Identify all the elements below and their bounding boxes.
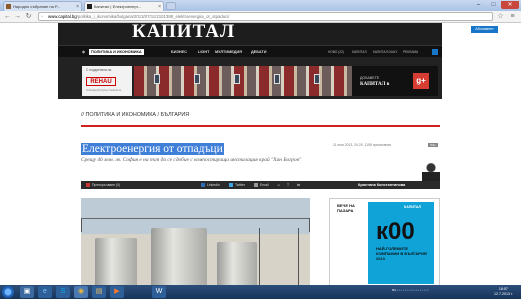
windows-taskbar: ▣ e S ◉ ▤ ▶ W BG ▪ ▪ ▪ ▪ ▪ ▪ ▪ ▪ ▪ ▪ ▪ ▪… bbox=[0, 285, 521, 299]
banner-sponsor-label: С подкрепата на bbox=[86, 68, 112, 72]
email-link[interactable]: Email bbox=[260, 182, 268, 188]
google-plus-icon: g+ bbox=[413, 73, 429, 89]
banner-capital-label: КАПИТАЛ в bbox=[360, 82, 390, 87]
address-bar[interactable]: ▫ www.capital.bg/politika_i_ikonomika/bu… bbox=[38, 12, 493, 21]
clock-date: 12.7.2013 г. bbox=[494, 291, 513, 296]
linkedin-icon[interactable] bbox=[201, 183, 205, 187]
subscribe-button[interactable]: Абонамент bbox=[471, 26, 498, 33]
menu-ads[interactable]: РЕКЛАМА bbox=[403, 49, 418, 55]
tab-favicon-icon bbox=[6, 4, 11, 9]
menu-capital[interactable]: КАПИТАЛ bbox=[352, 49, 367, 55]
tab-parliament[interactable]: Народно събрание на Р... × bbox=[3, 1, 82, 11]
tray-icons: ▪ ▪ ▪ ▪ ▪ ▪ ▪ ▪ ▪ ▪ ▪ ▪ ▪ ▪ ▪ ▪ ▪ bbox=[397, 288, 429, 292]
media-icon[interactable]: ▶ bbox=[110, 286, 124, 298]
article-photo bbox=[81, 198, 310, 285]
email-icon[interactable] bbox=[254, 183, 258, 187]
linkedin-link[interactable]: LinkedIn bbox=[207, 182, 220, 188]
breadcrumb[interactable]: // ПОЛИТИКА И ИКОНОМИКА / БЪЛГАРИЯ bbox=[81, 112, 189, 118]
word-icon[interactable]: W bbox=[152, 286, 166, 298]
address-host: www.capital.bg bbox=[48, 14, 77, 19]
reload-icon[interactable]: ↻ bbox=[24, 12, 33, 21]
article-meta: 11 юли 2013, 20:25, 1158 прочитания bbox=[333, 143, 391, 147]
home-icon[interactable]: ◆ bbox=[82, 49, 85, 55]
menu-item-debates[interactable]: ДЕБАТИ bbox=[251, 49, 266, 55]
article-lede: Срещу 46 млн. лв. София е на път да се с… bbox=[81, 157, 302, 163]
tab-favicon-icon bbox=[87, 4, 92, 9]
cover-big-text: к00 bbox=[376, 218, 415, 245]
main-menu: ◆ ПОЛИТИКА И ИКОНОМИКА БИЗНЕС LIGHT МУЛТ… bbox=[58, 45, 442, 57]
menu-wrench-icon[interactable]: ≡ bbox=[508, 12, 517, 21]
language-indicator[interactable]: BG bbox=[392, 288, 396, 292]
rehau-logo: REHAU bbox=[86, 77, 116, 86]
menu-item-light[interactable]: LIGHT bbox=[198, 49, 209, 55]
browser-toolbar: ← → ↻ ▫ www.capital.bg/politika_i_ikonom… bbox=[0, 11, 521, 23]
menu-item-business[interactable]: БИЗНЕС bbox=[171, 49, 187, 55]
folder-icon[interactable]: ▤ bbox=[92, 286, 106, 298]
menu-item-politics[interactable]: ПОЛИТИКА И ИКОНОМИКА bbox=[89, 49, 144, 55]
close-window-button[interactable]: ✕ bbox=[501, 1, 519, 9]
text-size-icon[interactable]: T bbox=[287, 182, 289, 188]
menu-new[interactable]: НОВО (22) bbox=[328, 49, 344, 55]
chrome-icon[interactable]: ◉ bbox=[74, 286, 88, 298]
page-icon: ▫ bbox=[41, 14, 43, 20]
recommend-link[interactable]: Препоръчване (0) bbox=[92, 182, 120, 188]
meta-badge[interactable]: IMG bbox=[428, 143, 438, 147]
web-page: КАПИТАЛ Абонамент ◆ ПОЛИТИКА И ИКОНОМИКА… bbox=[0, 23, 521, 285]
explorer-icon[interactable]: ▣ bbox=[20, 286, 34, 298]
search-icon[interactable] bbox=[432, 49, 438, 55]
internet-explorer-icon[interactable]: e bbox=[38, 286, 52, 298]
new-tab-button[interactable] bbox=[166, 2, 176, 10]
smile-icon[interactable]: ☺ bbox=[277, 182, 280, 188]
cover-caption: НАЙ-ГОЛЕМИТЕ КОМПАНИИ В БЪЛГАРИЯ 2013 bbox=[376, 246, 427, 261]
ad-banner[interactable]: С подкрепата на REHAU Unlimited Polymer … bbox=[58, 57, 442, 99]
tab-title: Народно събрание на Р... bbox=[13, 4, 61, 9]
banner-gplus-promo: ДОБАВЕТЕ КАПИТАЛ в g+ bbox=[352, 66, 438, 96]
forward-arrow-icon[interactable]: → bbox=[13, 12, 22, 21]
bookmark-star-icon[interactable]: ☆ bbox=[496, 12, 505, 21]
recommend-icon[interactable] bbox=[86, 183, 90, 187]
author-name[interactable]: Кристина Константинова bbox=[358, 182, 405, 188]
tab-close-icon[interactable]: × bbox=[158, 2, 161, 11]
minimize-button[interactable]: – bbox=[471, 1, 486, 9]
back-arrow-icon[interactable]: ← bbox=[3, 12, 12, 21]
side-ad[interactable]: ВЕЧЕ НА ПАЗАРА КАПИТАЛ к00 НАЙ-ГОЛЕМИТЕ … bbox=[329, 198, 440, 285]
share-icon[interactable]: ⇆ bbox=[297, 182, 300, 188]
maximize-button[interactable]: □ bbox=[486, 1, 501, 9]
banner-add-label: ДОБАВЕТЕ bbox=[360, 76, 380, 80]
browser-tab-strip: Народно събрание на Р... × Капитал | Еле… bbox=[0, 0, 521, 11]
start-button[interactable] bbox=[2, 286, 14, 298]
system-tray[interactable]: BG ▪ ▪ ▪ ▪ ▪ ▪ ▪ ▪ ▪ ▪ ▪ ▪ ▪ ▪ ▪ ▪ ▪ bbox=[392, 288, 429, 292]
twitter-link[interactable]: Twitter bbox=[235, 182, 245, 188]
section-divider bbox=[81, 125, 440, 127]
banner-sponsor: С подкрепата на REHAU Unlimited Polymer … bbox=[82, 66, 132, 96]
tab-close-icon[interactable]: × bbox=[76, 2, 79, 11]
rehau-tagline: Unlimited Polymer Solutions bbox=[86, 88, 121, 92]
share-bar: Препоръчване (0) LinkedIn Twitter Email … bbox=[81, 181, 440, 189]
site-masthead: КАПИТАЛ Абонамент bbox=[58, 23, 498, 45]
article-title: Електроенергия от отпадъци bbox=[81, 143, 224, 155]
site-logo[interactable]: КАПИТАЛ bbox=[132, 23, 235, 43]
menu-item-multimedia[interactable]: МУЛТИМЕДИЯ bbox=[215, 49, 242, 55]
twitter-icon[interactable] bbox=[229, 183, 233, 187]
ad-title: ВЕЧЕ НА ПАЗАРА bbox=[337, 203, 355, 213]
magazine-cover: КАПИТАЛ к00 НАЙ-ГОЛЕМИТЕ КОМПАНИИ В БЪЛГ… bbox=[368, 202, 434, 284]
banner-buildings-image bbox=[134, 66, 352, 96]
screen: Народно събрание на Р... × Капитал | Еле… bbox=[0, 0, 521, 299]
author-avatar bbox=[422, 160, 440, 182]
clock[interactable]: 18:57 12.7.2013 г. bbox=[494, 287, 513, 296]
address-path: /politika_i_ikonomika/bulgaria/2013/07/1… bbox=[76, 14, 230, 19]
cover-header: КАПИТАЛ bbox=[404, 205, 422, 209]
skype-icon[interactable]: S bbox=[56, 286, 70, 298]
tab-title: Капитал | Електроенерг... bbox=[94, 4, 142, 9]
menu-capital-daily[interactable]: КАПИТАЛ DAILY bbox=[373, 49, 398, 55]
tab-capital[interactable]: Капитал | Електроенерг... × bbox=[84, 1, 164, 11]
